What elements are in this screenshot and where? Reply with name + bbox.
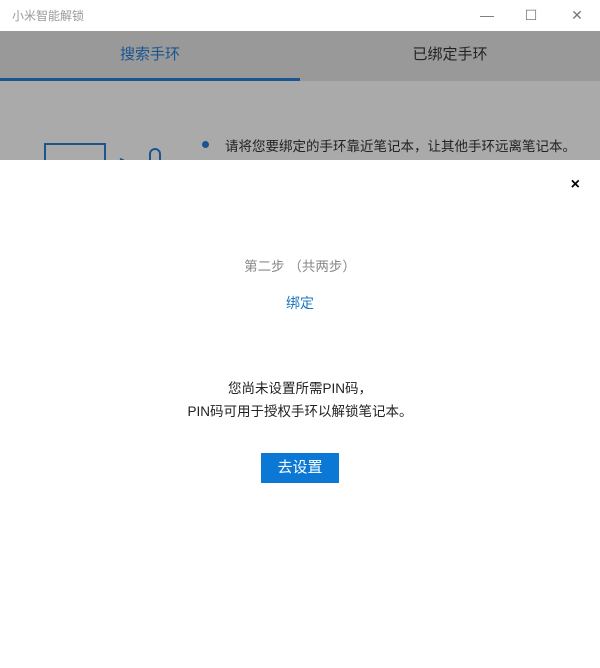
maximize-button[interactable]: ☐ — [516, 4, 546, 26]
dialog-message: 您尚未设置所需PIN码， PIN码可用于授权手环以解锁笔记本。 — [0, 377, 600, 423]
go-setup-button[interactable]: 去设置 — [261, 453, 339, 483]
minimize-button[interactable]: — — [472, 4, 502, 26]
window-title: 小米智能解锁 — [12, 9, 85, 23]
step-indicator: 第二步 （共两步） — [244, 259, 356, 274]
pin-setup-dialog: × 第二步 （共两步） 绑定 您尚未设置所需PIN码， PIN码可用于授权手环以… — [0, 160, 600, 668]
stage-title: 绑定 — [286, 295, 314, 311]
bullet-icon — [202, 141, 209, 148]
tab-bound-bands[interactable]: 已绑定手环 — [300, 31, 600, 81]
message-line-1: 您尚未设置所需PIN码， — [227, 381, 372, 396]
close-window-button[interactable]: ✕ — [562, 4, 592, 26]
title-bar: 小米智能解锁 — ☐ ✕ — [0, 0, 600, 31]
laptop-band-illustration-icon — [44, 143, 161, 160]
message-line-2: PIN码可用于授权手环以解锁笔记本。 — [187, 404, 413, 419]
hint-text: 请将您要绑定的手环靠近笔记本，让其他手环远离笔记本。 — [225, 139, 576, 154]
tab-search-band[interactable]: 搜索手环 — [0, 31, 300, 81]
search-content: 请将您要绑定的手环靠近笔记本，让其他手环远离笔记本。 — [0, 81, 600, 160]
close-icon[interactable]: × — [571, 176, 580, 194]
tab-bar: 搜索手环 已绑定手环 — [0, 31, 600, 81]
